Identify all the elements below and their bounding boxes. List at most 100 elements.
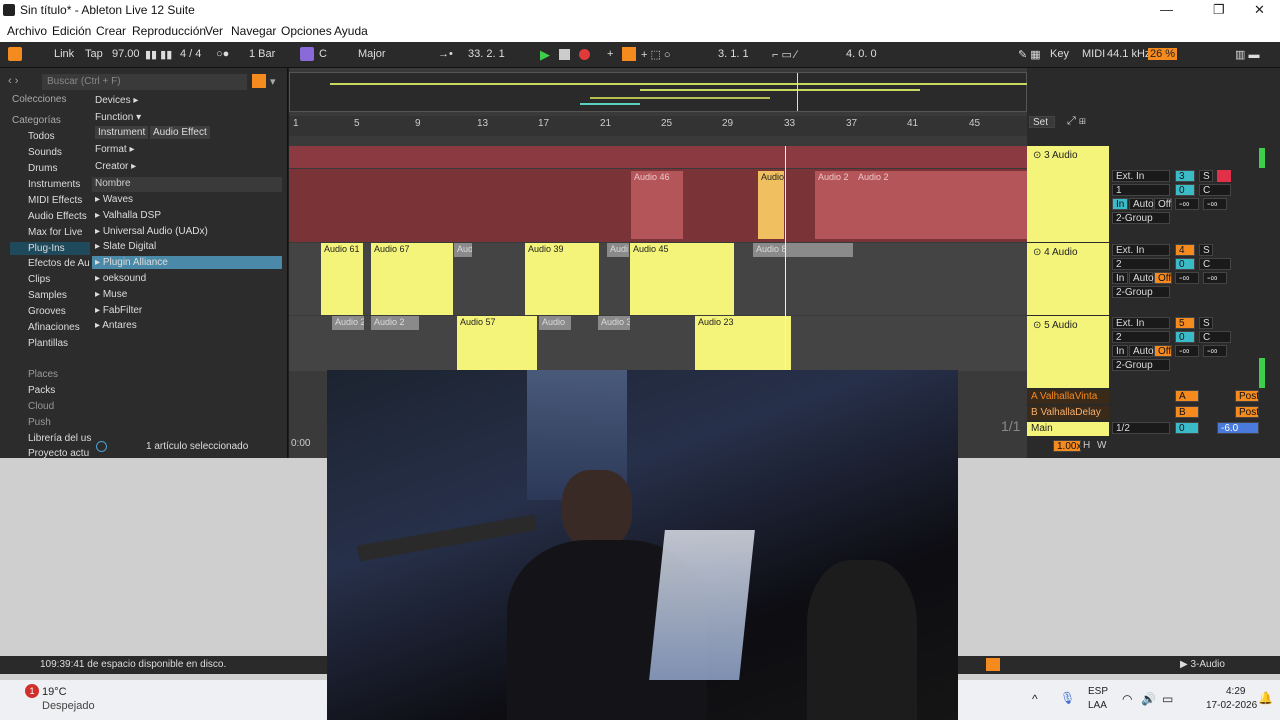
monitor-auto-button[interactable]: Auto — [1129, 272, 1154, 284]
clock-time[interactable]: 4:29 — [1226, 686, 1245, 697]
track-number[interactable]: 5 — [1175, 317, 1195, 329]
solo-button[interactable]: S — [1199, 317, 1213, 329]
pan-knob[interactable]: C — [1199, 331, 1231, 343]
track-5-lane[interactable]: Audio 2 Audio 2 Audio 57 Audio Audio 3 A… — [289, 316, 1027, 371]
follow-icon[interactable]: →• — [438, 48, 453, 60]
track-4-header[interactable]: ⊙ 4 Audio — [1027, 243, 1109, 315]
category-todos[interactable]: Todos — [28, 131, 55, 142]
loop-start-field[interactable]: 3. 1. 1 — [718, 48, 749, 60]
quantize-select[interactable]: 1 Bar — [249, 48, 275, 60]
input-channel-select[interactable]: 2 — [1112, 258, 1170, 270]
view-toggle-icon[interactable] — [8, 47, 22, 61]
scale-select[interactable]: Major — [358, 48, 386, 60]
key-map-button[interactable]: Key — [1050, 48, 1069, 60]
return-post-button[interactable]: Post — [1235, 406, 1259, 418]
nudge-icon[interactable]: ▮▮ ▮▮ — [145, 48, 172, 61]
clip[interactable]: Audio 8 — [753, 243, 853, 257]
place-places[interactable]: Places — [28, 369, 58, 380]
category-plug-ins[interactable]: Plug-Ins — [10, 242, 90, 255]
input-type-select[interactable]: Ext. In — [1112, 170, 1170, 182]
track-fold-icon[interactable]: ⊙ — [1033, 320, 1041, 331]
category-instruments[interactable]: Instruments — [28, 179, 80, 190]
send-b-field[interactable]: -∞ — [1203, 198, 1227, 210]
track-volume[interactable]: 0 — [1175, 258, 1195, 270]
draw-mode-icon[interactable]: ✎ ▦ — [1018, 48, 1041, 61]
beat-ruler[interactable]: 1 5 9 13 17 21 25 29 33 37 41 45 — [289, 116, 1027, 136]
main-header[interactable]: Main — [1027, 422, 1109, 436]
io-icon[interactable]: ▥ ▬ — [1235, 48, 1259, 61]
chevron-down-icon[interactable]: ▾ — [270, 75, 276, 88]
category-audio-effects[interactable]: Audio Effects — [28, 211, 87, 222]
restore-icon[interactable]: ❐ — [1213, 2, 1225, 18]
weather-temp[interactable]: 19°C — [42, 686, 67, 698]
resize-icon[interactable]: ⤢ ⊞ — [1067, 115, 1086, 128]
pan-knob[interactable]: C — [1199, 258, 1231, 270]
output-group-select[interactable]: 2-Group — [1112, 286, 1170, 298]
menu-opciones[interactable]: Opciones — [281, 24, 332, 38]
tray-chevron-icon[interactable]: ^ — [1032, 692, 1038, 706]
category-clips[interactable]: Clips — [28, 274, 50, 285]
tools-icons[interactable]: + ⬚ ○ — [641, 48, 671, 61]
filter-format[interactable]: Format ▸ — [95, 144, 134, 155]
clip[interactable]: Audio 2 — [815, 171, 855, 239]
tempo-field[interactable]: 97.00 — [112, 48, 140, 60]
monitor-in-button[interactable]: In — [1112, 272, 1128, 284]
track-number[interactable]: 3 — [1175, 170, 1195, 182]
clip[interactable]: Audio 61 — [321, 243, 363, 315]
clip[interactable]: Audio 57 — [457, 316, 537, 371]
category-sounds[interactable]: Sounds — [28, 147, 62, 158]
overview-strip[interactable] — [289, 72, 1030, 112]
clip[interactable]: Audio 2 — [332, 316, 364, 330]
send-a-field[interactable]: -∞ — [1175, 198, 1199, 210]
main-volume[interactable]: 0 — [1175, 422, 1199, 434]
menu-reproduccion[interactable]: Reproducción — [132, 24, 206, 38]
send-a-field[interactable]: -∞ — [1175, 272, 1199, 284]
track-4-lane[interactable]: Audio 61 Audio 67 Aud Audio 39 Audi Audi… — [289, 243, 1027, 315]
column-name-label[interactable]: Nombre — [95, 178, 131, 189]
return-letter[interactable]: A — [1175, 390, 1199, 402]
pan-knob[interactable]: C — [1199, 184, 1231, 196]
preview-icon[interactable] — [96, 441, 107, 452]
track-5-header[interactable]: ⊙ 5 Audio — [1027, 316, 1109, 388]
loop-length-field[interactable]: 4. 0. 0 — [846, 48, 877, 60]
output-group-select[interactable]: 2-Group — [1112, 359, 1170, 371]
clip[interactable]: Audi — [607, 243, 629, 257]
return-b-header[interactable]: B ValhallaDelay — [1027, 406, 1109, 420]
list-item[interactable]: ▸ Waves — [95, 194, 133, 205]
clip[interactable]: Audio — [539, 316, 571, 330]
solo-button[interactable]: S — [1199, 170, 1213, 182]
category-efectos-de-au[interactable]: Efectos de Au — [28, 258, 90, 269]
automation-arm-icon[interactable] — [622, 47, 636, 61]
w-button[interactable]: W — [1097, 440, 1106, 451]
clip[interactable]: Audio 45 — [630, 243, 734, 315]
clip[interactable]: Aud — [454, 243, 472, 257]
menu-navegar[interactable]: Navegar — [231, 24, 276, 38]
link-button[interactable]: Link — [54, 48, 74, 60]
category-drums[interactable]: Drums — [28, 163, 57, 174]
category-grooves[interactable]: Grooves — [28, 306, 66, 317]
input-channel-select[interactable]: 2 — [1112, 331, 1170, 343]
filter-instrument-tag[interactable]: Instrument — [95, 126, 149, 139]
tap-button[interactable]: Tap — [85, 48, 103, 60]
monitor-off-button[interactable]: Off — [1154, 272, 1172, 284]
menu-ayuda[interactable]: Ayuda — [334, 24, 368, 38]
arm-button[interactable] — [1217, 170, 1231, 182]
language-indicator[interactable]: ESP — [1088, 686, 1108, 697]
clip[interactable]: Audio 23 — [695, 316, 791, 371]
notification-bell-icon[interactable]: 🔔 — [1258, 691, 1273, 705]
h-button[interactable]: H — [1083, 440, 1090, 451]
filter-icon[interactable] — [252, 74, 266, 88]
place-user-library[interactable]: Librería del us — [28, 433, 91, 444]
clip[interactable]: Audio 67 — [371, 243, 453, 315]
set-button[interactable]: Set — [1029, 116, 1055, 128]
return-a-header[interactable]: A ValhallaVinta — [1027, 390, 1109, 404]
key-select[interactable]: C — [319, 48, 327, 60]
category-max-for-live[interactable]: Max for Live — [28, 227, 82, 238]
record-icon[interactable] — [579, 49, 590, 60]
battery-icon[interactable]: ▭ — [1162, 692, 1173, 706]
filter-function[interactable]: Function ▾ — [95, 112, 141, 123]
clip-view-icon[interactable] — [986, 658, 1000, 671]
list-item[interactable]: ▸ Antares — [95, 320, 137, 331]
microphone-icon[interactable]: 🎙 — [1060, 691, 1075, 705]
list-item[interactable]: ▸ Universal Audio (UADx) — [95, 226, 208, 237]
